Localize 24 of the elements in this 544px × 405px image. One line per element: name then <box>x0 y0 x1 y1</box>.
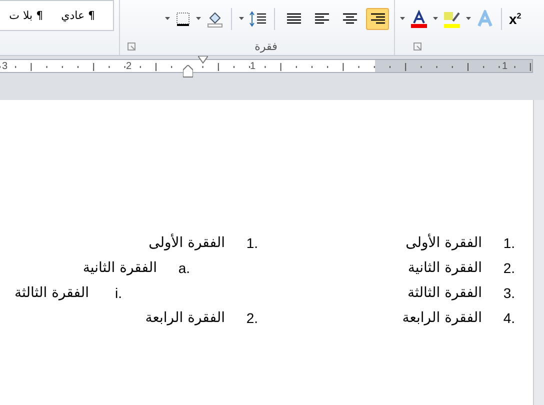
list-number: 2. <box>245 310 258 326</box>
list-item-text: الفقرة الأولى <box>148 234 225 250</box>
list-number: 1. <box>245 234 258 250</box>
list-item-text: الفقرة الرابعة <box>402 310 482 326</box>
ruler-number: 1 <box>502 60 508 73</box>
list-number: i. <box>114 284 122 300</box>
list-number: 4. <box>502 310 515 326</box>
list-item-text: الفقرة الثالثة <box>14 284 89 300</box>
ruler-number: 2 <box>126 60 132 73</box>
superscript-button[interactable]: x$^{2}$ <box>509 10 522 26</box>
style-item[interactable]: ¶ عادي <box>61 9 95 22</box>
list-number: 2. <box>502 260 515 276</box>
list-item-text: الفقرة الثالثة <box>408 284 482 300</box>
ruler-number: 3 <box>2 60 8 73</box>
list-item-text: الفقرة الأولى <box>406 234 482 250</box>
list-number: 3. <box>502 284 515 300</box>
list-number: a. <box>177 260 190 276</box>
list-item-text: الفقرة الثانية <box>82 260 157 276</box>
list-item-text: الفقرة الثانية <box>408 260 482 276</box>
style-item[interactable]: ¶ بلا ت <box>9 9 44 22</box>
ruler-number: 1 <box>250 60 256 73</box>
list-item-text: الفقرة الرابعة <box>145 310 225 326</box>
group-label: فقرة <box>254 40 278 52</box>
list-number: 1. <box>502 234 515 250</box>
